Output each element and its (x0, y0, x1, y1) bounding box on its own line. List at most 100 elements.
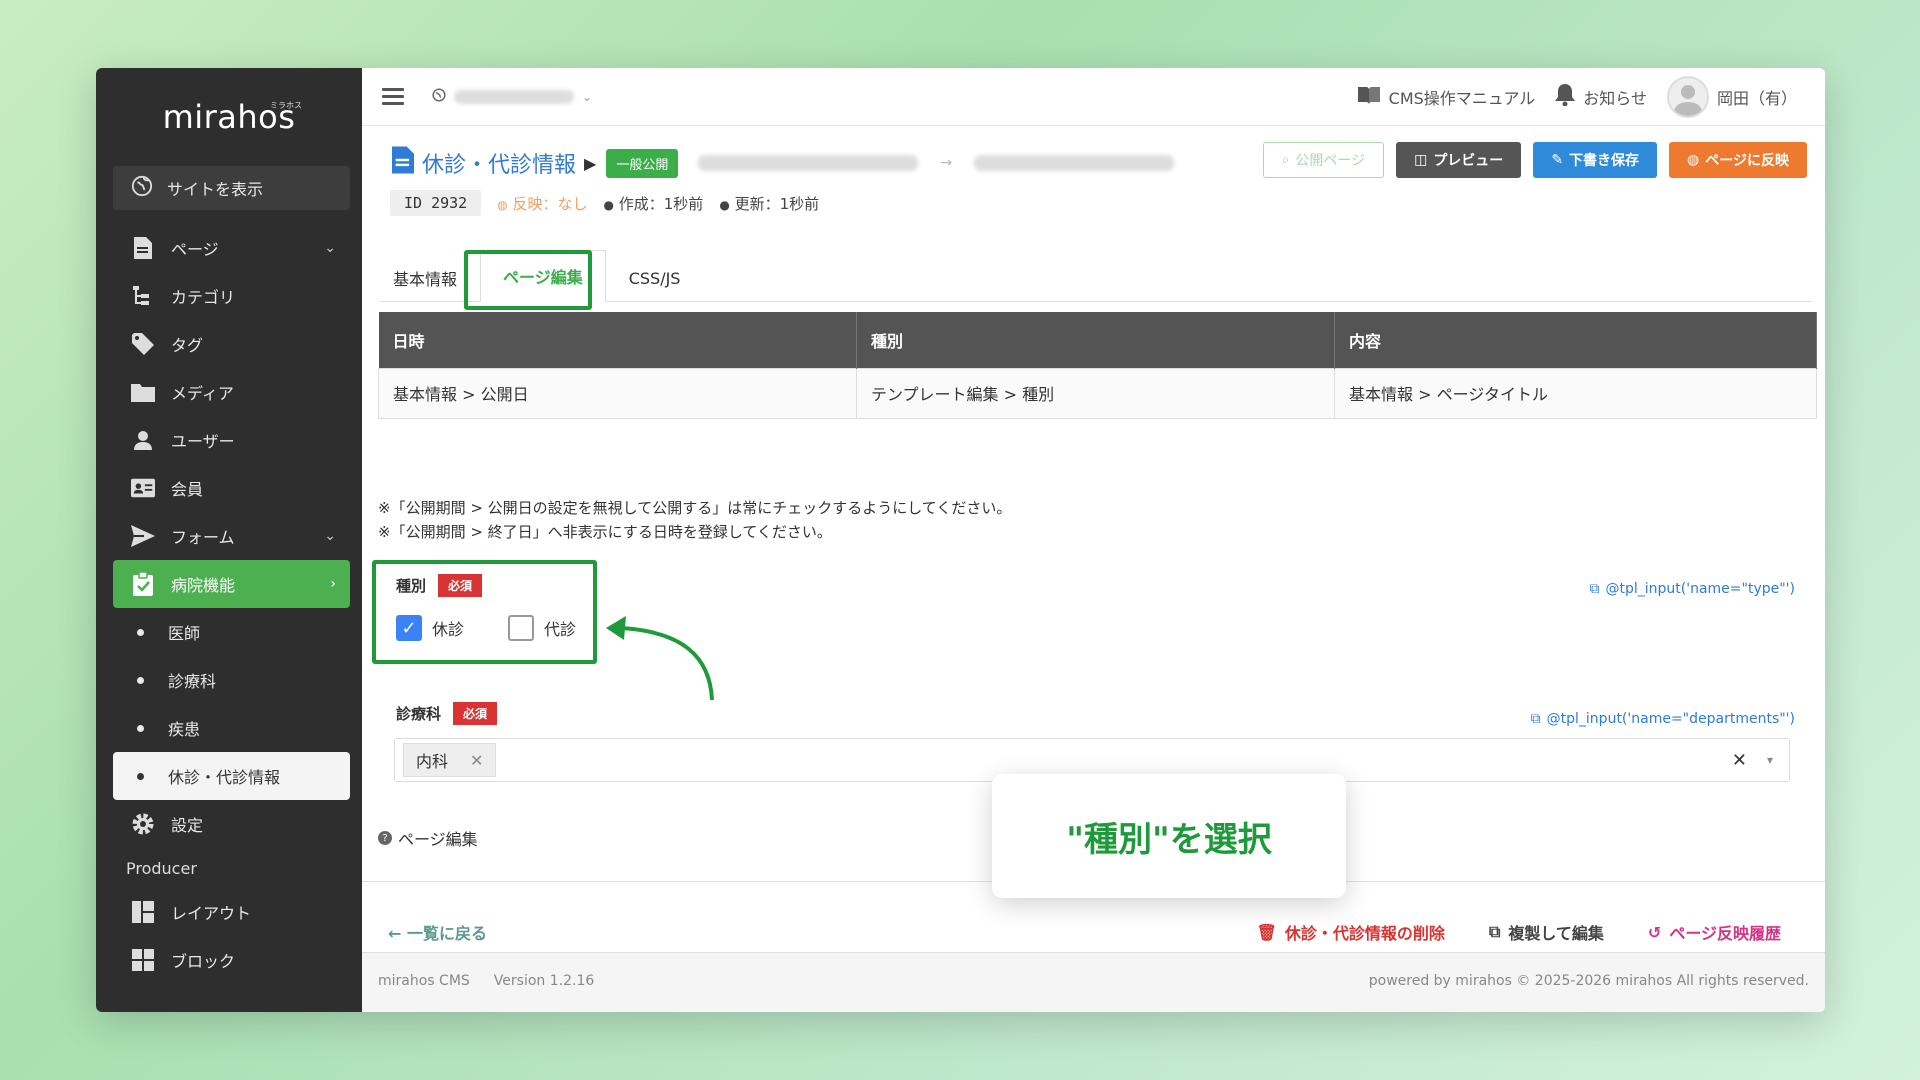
publish-button[interactable]: ◍ ページに反映 (1669, 142, 1807, 178)
table-cell: 基本情報 > ページタイトル (1334, 367, 1817, 419)
tab-bar: 基本情報 ページ編集 CSS/JS (380, 244, 1811, 302)
view-site-button[interactable]: サイトを表示 (113, 166, 350, 210)
sidebar-item-settings[interactable]: 設定 (113, 800, 350, 848)
sidebar-item-form[interactable]: フォーム ⌄ (113, 512, 350, 560)
copy-icon: ⧉ (1530, 711, 1541, 727)
checkbox-closure[interactable]: ✓ 休診 (396, 615, 464, 641)
bell-icon (1555, 84, 1576, 110)
content: 休診・代診情報 ▶ 一般公開 → ID 2932 ◍ 反映：なし ● 作成：1秒… (362, 126, 1825, 1012)
globe-icon (432, 87, 446, 106)
tab-basic-info[interactable]: 基本情報 (380, 255, 470, 301)
sidebar-item-block[interactable]: ブロック (113, 936, 350, 984)
remove-chip-icon[interactable]: ✕ (470, 751, 483, 770)
site-selector[interactable]: ⌄ (432, 87, 593, 106)
reflect-status: ◍ 反映：なし (497, 194, 588, 213)
department-field: 診療科 必須 (396, 702, 498, 725)
bullet-icon (137, 724, 144, 732)
duplicate-button[interactable]: ⧉ 複製して編集 (1489, 920, 1604, 944)
chevron-down-icon: ⌄ (582, 89, 593, 104)
chevron-down-icon: ⌄ (324, 240, 336, 256)
history-icon: ↺ (1647, 922, 1662, 942)
user-edit-icon: ● (603, 197, 614, 212)
checkbox-unchecked[interactable] (508, 615, 535, 641)
type-label: 種別 (396, 577, 427, 595)
topbar: ⌄ CMS操作マニュアル お知らせ 岡田（有） (362, 68, 1825, 126)
help-icon: ? (378, 831, 392, 845)
table-header: 日時 (378, 312, 857, 368)
sidebar-subitem-department[interactable]: 診療科 (113, 656, 350, 704)
globe-icon: ◍ (497, 197, 508, 212)
table-header: 種別 (856, 312, 1335, 368)
copy-icon: ⧉ (1488, 922, 1501, 941)
page-edit-help[interactable]: ? ページ編集 (378, 826, 478, 850)
folder-icon (131, 380, 155, 404)
table-cell: テンプレート編集 > 種別 (856, 367, 1335, 419)
bullet-icon (137, 628, 144, 636)
user-menu[interactable]: 岡田（有） (1666, 76, 1797, 118)
sidebar-item-member[interactable]: 会員 (113, 464, 350, 512)
save-draft-button[interactable]: ✎ 下書き保存 (1533, 142, 1658, 178)
sidebar-item-category[interactable]: カテゴリ (113, 272, 350, 320)
chevron-right-icon: › (330, 576, 336, 592)
caret-right-icon: ▶ (584, 153, 597, 173)
header-actions: ⌕ 公開ページ ◫ プレビュー ✎ 下書き保存 ◍ ページに反映 (1262, 142, 1807, 178)
table-header: 内容 (1334, 312, 1817, 368)
cms-window: mirahos ミラホス サイトを表示 ページ ⌄ カテゴリ タグ メディア ユ… (96, 68, 1825, 1012)
globe-icon: ◍ (1687, 152, 1700, 168)
chevron-down-icon: ⌄ (324, 528, 336, 544)
chevron-down-icon[interactable]: ▾ (1767, 753, 1773, 767)
tab-highlight-frame (464, 250, 592, 310)
preview-button[interactable]: ◫ プレビュー (1396, 142, 1522, 178)
info-table: 日時 種別 内容 基本情報 > 公開日 テンプレート編集 > 種別 基本情報 >… (378, 312, 1817, 419)
delete-button[interactable]: 🗑 休診・代診情報の削除 (1257, 920, 1445, 944)
sidebar-item-user[interactable]: ユーザー (113, 416, 350, 464)
notes: ※「公開期間 > 公開日の設定を無視して公開する」は常にチェックするようにしてく… (378, 499, 1012, 541)
sidebar-subitem-disease[interactable]: 疾患 (113, 704, 350, 752)
history-button[interactable]: ↺ ページ反映履歴 (1648, 920, 1781, 944)
table-row: 基本情報 > 公開日 テンプレート編集 > 種別 基本情報 > ページタイトル (378, 367, 1817, 419)
sidebar-subitem-closure[interactable]: 休診・代診情報 (113, 752, 350, 800)
logo[interactable]: mirahos ミラホス (96, 98, 362, 166)
sidebar-item-media[interactable]: メディア (113, 368, 350, 416)
member-card-icon (131, 476, 155, 500)
tab-css-js[interactable]: CSS/JS (616, 255, 694, 301)
sidebar-item-hospital[interactable]: 病院機能 › (113, 560, 350, 608)
notice-link[interactable]: お知らせ (1555, 84, 1647, 110)
arrow-right-icon: → (940, 155, 953, 171)
sidebar-item-layout[interactable]: レイアウト (113, 888, 350, 936)
checkbox-checked[interactable]: ✓ (396, 615, 422, 641)
sidebar-subitem-doctor[interactable]: 医師 (113, 608, 350, 656)
department-template-tag[interactable]: ⧉ @tpl_input('name="departments"') (1531, 711, 1795, 727)
topbar-right: CMS操作マニュアル お知らせ 岡田（有） (1357, 68, 1797, 126)
callout-annotation: "種別"を選択 (992, 774, 1346, 898)
clear-icon[interactable]: ✕ (1732, 750, 1747, 771)
menu-icon[interactable] (382, 88, 404, 105)
user-edit-icon: ● (719, 197, 730, 212)
globe-icon (131, 175, 153, 201)
bullet-icon (137, 772, 144, 780)
breadcrumb-blurred-2 (974, 155, 1175, 171)
checkbox-substitute[interactable]: 代診 (508, 615, 576, 641)
sidebar-item-tag[interactable]: タグ (113, 320, 350, 368)
required-badge: 必須 (453, 702, 498, 725)
id-badge: ID 2932 (390, 190, 482, 216)
avatar (1666, 76, 1709, 118)
type-template-tag[interactable]: ⧉ @tpl_input('name="type"') (1590, 581, 1796, 597)
grid-icon (131, 948, 155, 972)
sidebar-item-page[interactable]: ページ ⌄ (113, 224, 350, 272)
back-to-list-link[interactable]: ← 一覧に戻る (388, 920, 487, 944)
layout-icon (131, 900, 155, 924)
category-tree-icon (131, 284, 155, 308)
created-time: ● 作成：1秒前 (603, 194, 704, 213)
meta-row: ID 2932 ◍ 反映：なし ● 作成：1秒前 ● 更新：1秒前 (390, 190, 819, 216)
status-badge: 一般公開 (606, 148, 679, 178)
page-title: 休診・代診情報 ▶ (392, 146, 596, 180)
bullet-icon (137, 676, 144, 684)
manual-link[interactable]: CMS操作マニュアル (1357, 85, 1535, 109)
table-cell: 基本情報 > 公開日 (378, 367, 857, 419)
site-name-blurred (454, 89, 574, 104)
document-icon (392, 146, 414, 180)
public-page-button[interactable]: ⌕ 公開ページ (1262, 142, 1385, 178)
required-badge: 必須 (438, 574, 483, 597)
title-row: 休診・代診情報 ▶ 一般公開 → (392, 146, 1175, 180)
